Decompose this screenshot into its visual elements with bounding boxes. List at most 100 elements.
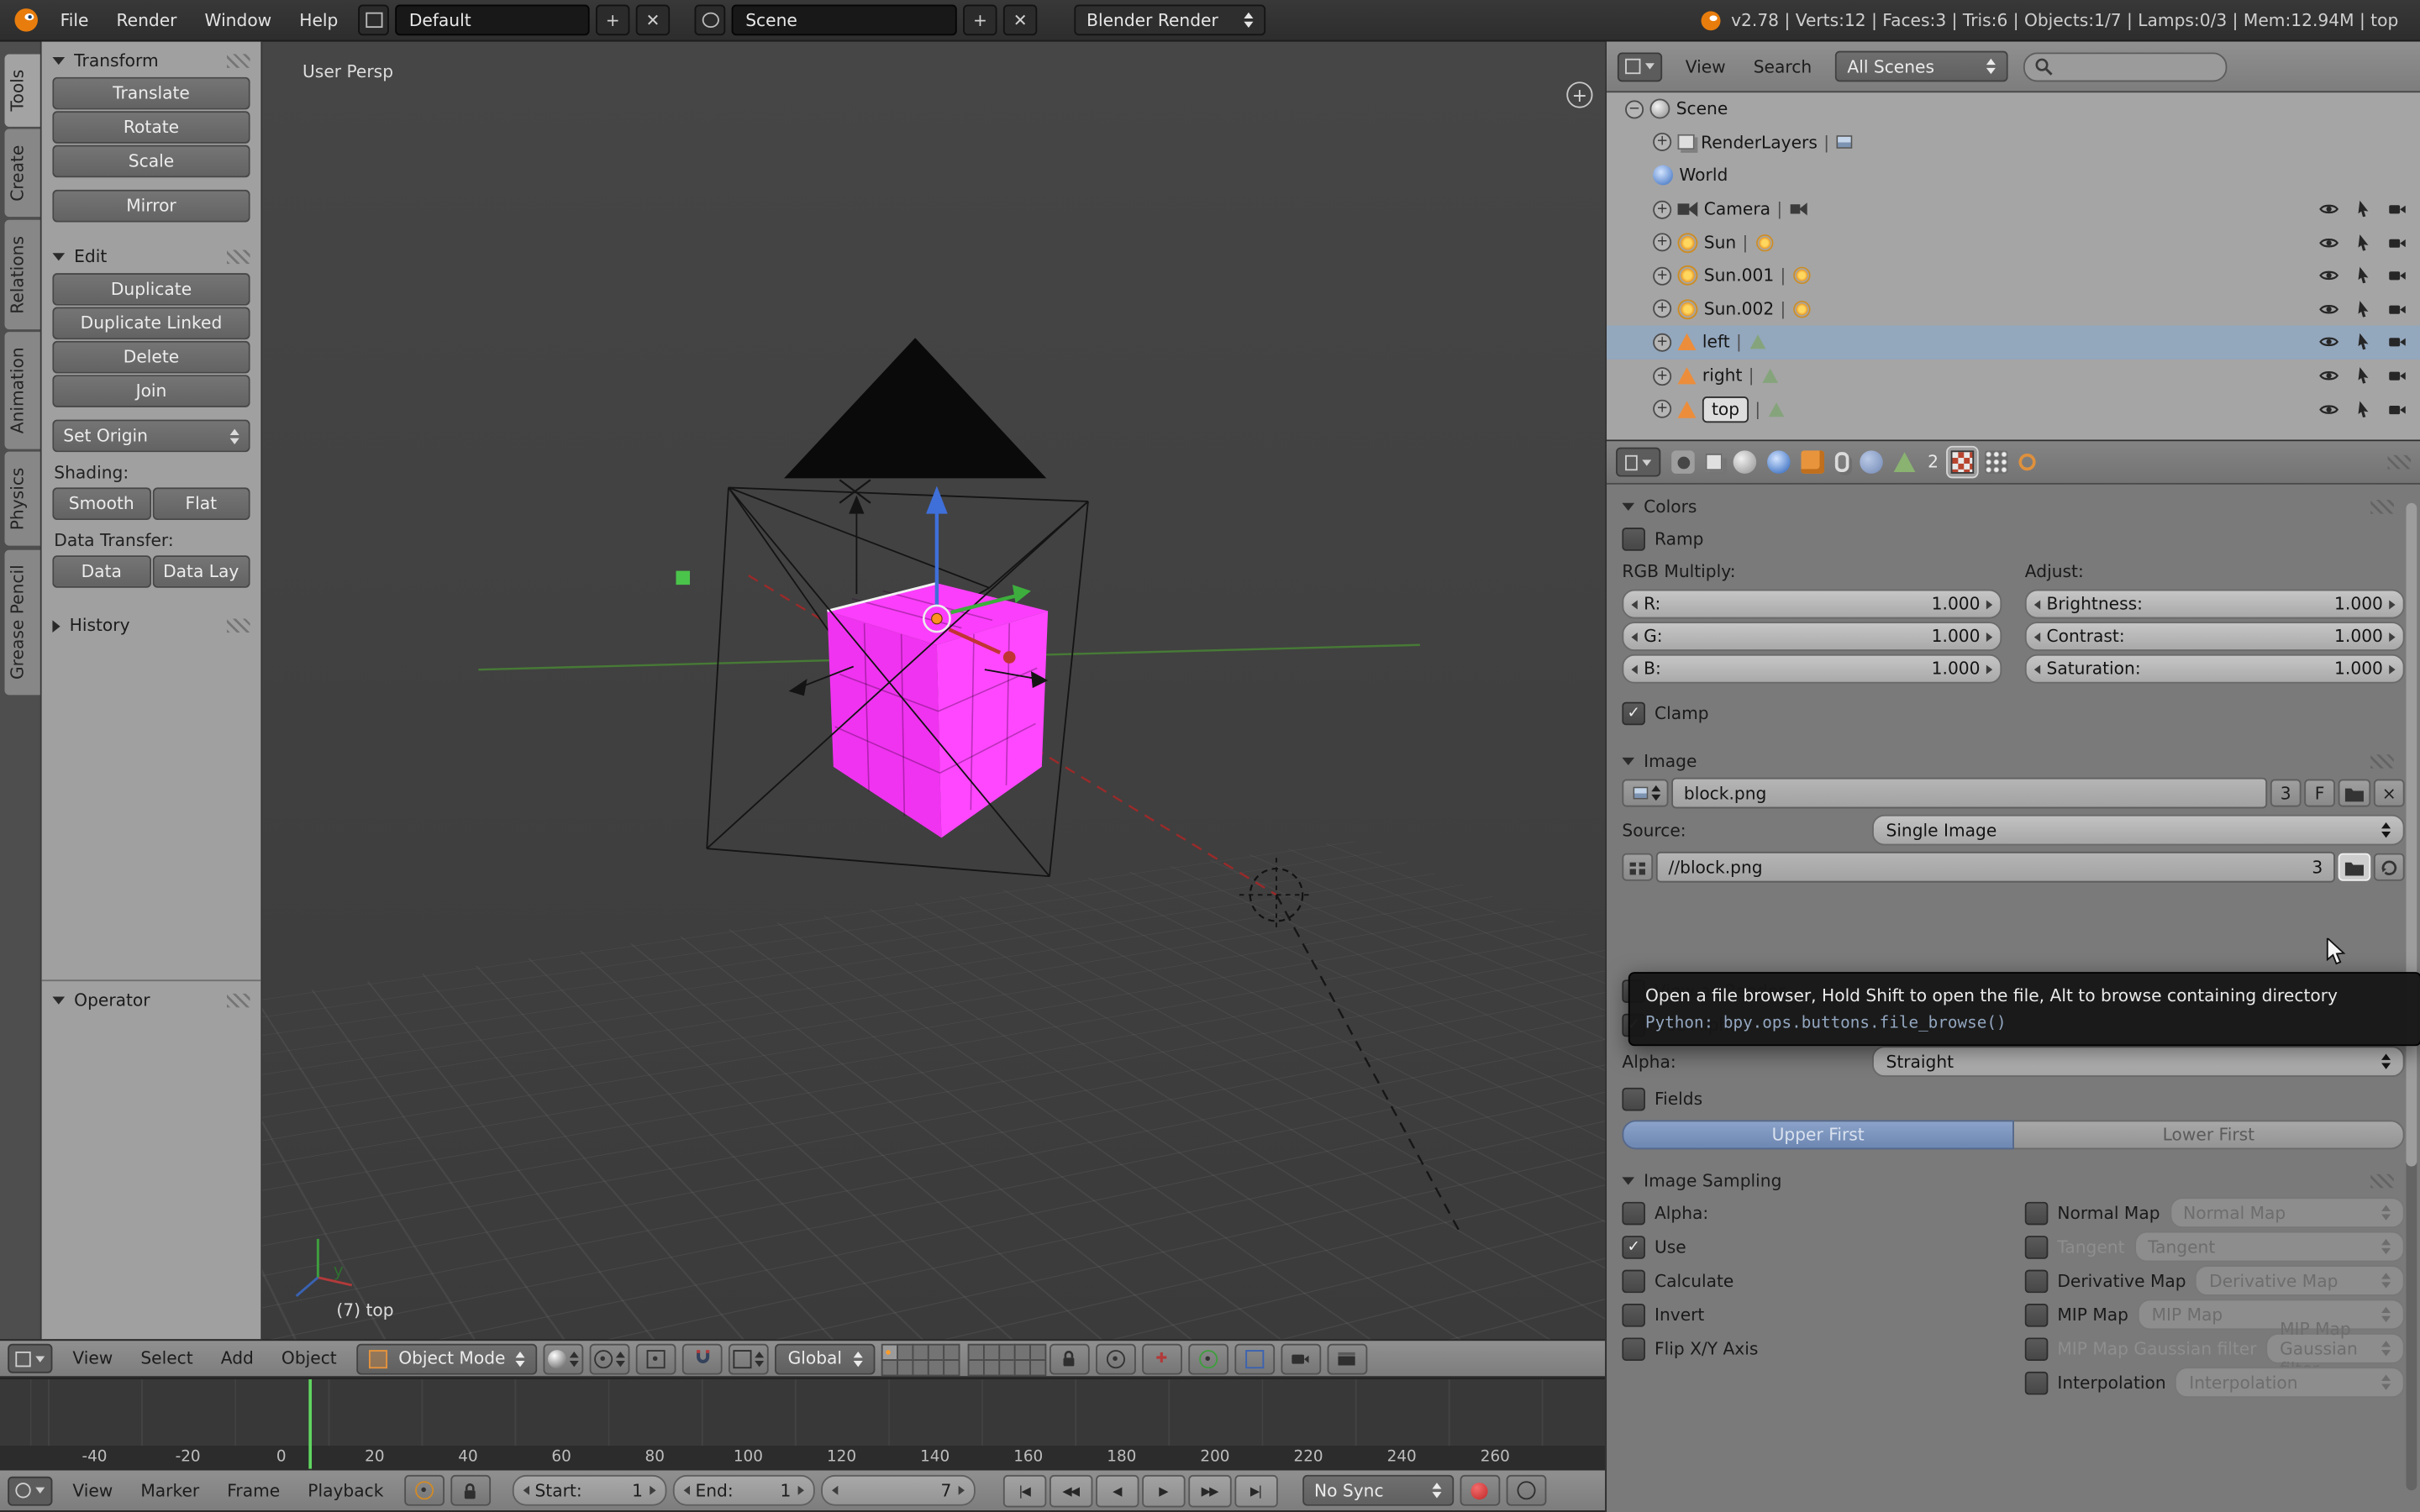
selectability-cursor-icon[interactable] xyxy=(2354,365,2374,386)
checkbox[interactable] xyxy=(2024,1370,2049,1394)
opengl-render-image-button[interactable] xyxy=(1280,1342,1321,1374)
timeline-scrub-area[interactable]: -40 -20 0 20 40 60 80 100 120 140 160 180 200 220 240 2… xyxy=(0,1378,1606,1471)
layer-toggle[interactable] xyxy=(927,1359,944,1377)
delete-layout-button[interactable]: ✕ xyxy=(635,4,671,36)
checkbox[interactable] xyxy=(1622,1268,1645,1293)
current-frame-playhead[interactable] xyxy=(308,1379,313,1471)
fake-user-button[interactable]: F xyxy=(2304,779,2335,807)
screen-layout-field[interactable]: Default xyxy=(395,4,590,36)
layer-toggle[interactable] xyxy=(1028,1343,1046,1361)
cone-object[interactable] xyxy=(784,338,1047,479)
layer-toggle[interactable] xyxy=(966,1343,985,1361)
manipulator-rotate-button[interactable] xyxy=(1187,1342,1228,1374)
checkbox[interactable] xyxy=(1622,1200,1645,1225)
layer-toggle[interactable] xyxy=(942,1343,960,1361)
layer-toggle[interactable] xyxy=(1013,1343,1031,1361)
expand-icon[interactable] xyxy=(1653,233,1672,252)
timeline-menu-item[interactable]: Marker xyxy=(127,1480,213,1500)
expand-icon[interactable] xyxy=(1653,333,1672,352)
panel-grip-icon[interactable] xyxy=(2370,754,2394,769)
layer-toggle[interactable] xyxy=(966,1359,985,1377)
upper-first-button[interactable]: Upper First xyxy=(1622,1120,2014,1150)
properties-tab[interactable] xyxy=(1857,448,1886,477)
sync-dropdown[interactable]: No Sync xyxy=(1302,1474,1454,1506)
selectability-cursor-icon[interactable] xyxy=(2354,333,2374,353)
preview-range-button[interactable] xyxy=(403,1474,445,1506)
menubar-item[interactable]: Help xyxy=(286,10,352,30)
manipulator-translate-button[interactable]: ✚ xyxy=(1141,1342,1182,1374)
panel-grip-icon[interactable] xyxy=(227,993,250,1008)
object-name[interactable]: RenderLayers xyxy=(1701,133,1818,153)
toolshelf-tab[interactable]: Animation xyxy=(4,332,40,450)
checkbox[interactable] xyxy=(2024,1200,2049,1225)
number-slider[interactable]: B: 1.000 xyxy=(1622,654,2002,684)
normal-space-dropdown[interactable]: Normal Map xyxy=(2169,1197,2405,1229)
checkbox[interactable] xyxy=(2024,1336,2049,1361)
properties-tab[interactable]: 2 xyxy=(1923,448,1944,477)
outliner-row[interactable]: Sun | xyxy=(1607,226,2420,260)
outliner-row[interactable]: left | xyxy=(1607,325,2420,360)
properties-tab[interactable] xyxy=(1669,448,1698,477)
fields-checkbox[interactable] xyxy=(1622,1086,1645,1110)
menubar-item[interactable]: Window xyxy=(191,10,286,30)
number-slider[interactable]: Saturation: 1.000 xyxy=(2024,654,2405,684)
selectability-cursor-icon[interactable] xyxy=(2354,233,2374,253)
number-slider[interactable]: Brightness: 1.000 xyxy=(2024,589,2405,619)
menubar-item[interactable]: File xyxy=(46,10,103,30)
outliner-row[interactable]: Sun.001 | xyxy=(1607,260,2420,293)
viewport-menu-item[interactable]: Object xyxy=(267,1348,350,1368)
renderability-camera-icon[interactable] xyxy=(2387,199,2407,219)
object-name[interactable]: Scene xyxy=(1676,99,1728,119)
transport-button[interactable]: ▶| xyxy=(1234,1474,1277,1507)
panel-header-image[interactable]: Image xyxy=(1622,742,2404,775)
layer-toggle[interactable] xyxy=(982,1343,1000,1361)
toolshelf-tab[interactable]: Tools xyxy=(4,54,40,127)
renderability-camera-icon[interactable] xyxy=(2387,299,2407,319)
outliner-menu-item[interactable]: View xyxy=(1671,56,1739,76)
expand-icon[interactable] xyxy=(1653,266,1672,286)
number-slider[interactable]: R: 1.000 xyxy=(1622,589,2002,619)
normal-space-dropdown[interactable]: Derivative Map xyxy=(2195,1265,2405,1296)
ramp-checkbox[interactable] xyxy=(1622,527,1645,550)
object-name[interactable]: Camera xyxy=(1704,199,1770,219)
delete-scene-button[interactable]: ✕ xyxy=(1002,4,1038,36)
renderability-camera-icon[interactable] xyxy=(2387,399,2407,419)
panel-grip-icon[interactable] xyxy=(2370,1173,2394,1189)
outliner-search-input[interactable] xyxy=(2023,51,2228,81)
unlink-image-button[interactable]: × xyxy=(2373,779,2405,807)
renderability-camera-icon[interactable] xyxy=(2387,265,2407,286)
clamp-checkbox[interactable] xyxy=(1622,701,1645,725)
renderability-camera-icon[interactable] xyxy=(2387,333,2407,353)
scene-field[interactable]: Scene xyxy=(731,4,957,36)
render-engine-dropdown[interactable]: Blender Render xyxy=(1074,4,1266,36)
add-scene-button[interactable]: + xyxy=(963,4,997,36)
checkbox[interactable] xyxy=(2024,1303,2049,1326)
layer-toggle[interactable] xyxy=(997,1343,1015,1361)
proportional-edit-dropdown[interactable] xyxy=(636,1342,677,1374)
toolshelf-tab[interactable]: Relations xyxy=(4,220,40,329)
opengl-render-anim-button[interactable] xyxy=(1326,1342,1367,1374)
visibility-eye-icon[interactable] xyxy=(2318,365,2340,386)
number-slider[interactable]: Contrast: 1.000 xyxy=(2024,622,2405,652)
object-name[interactable]: Sun.001 xyxy=(1704,265,1774,286)
expand-icon[interactable] xyxy=(1653,399,1672,419)
transform-tool-button[interactable]: Translate xyxy=(52,76,250,110)
shading-button[interactable]: Smooth xyxy=(52,487,151,520)
normal-space-dropdown[interactable]: MIP Map Gaussian filter xyxy=(2265,1318,2405,1378)
layer-toggle[interactable] xyxy=(896,1343,913,1361)
panel-header-colors[interactable]: Colors xyxy=(1622,487,2404,521)
shading-button[interactable]: Flat xyxy=(151,487,250,520)
outliner-menu-item[interactable]: Search xyxy=(1739,56,1825,76)
layer-toggle[interactable] xyxy=(942,1359,960,1377)
layer-toggle[interactable] xyxy=(927,1343,944,1361)
lock-to-scene-button[interactable] xyxy=(1049,1342,1089,1374)
transform-tool-button[interactable]: Scale xyxy=(52,144,250,178)
image-users-button[interactable]: 3 xyxy=(2270,779,2302,807)
add-layout-button[interactable]: + xyxy=(596,4,630,36)
3d-viewport[interactable]: User Persp y (7) top + xyxy=(262,41,1606,1340)
object-name[interactable]: right xyxy=(1702,365,1742,386)
properties-tab[interactable] xyxy=(2016,450,2039,474)
panel-header-operator[interactable]: Operator xyxy=(42,981,261,1015)
properties-tab[interactable] xyxy=(1891,449,1918,475)
file-browse-button[interactable] xyxy=(2338,853,2371,881)
